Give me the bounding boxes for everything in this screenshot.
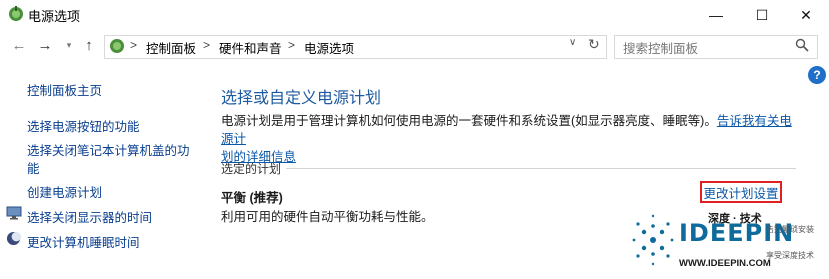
breadcrumb-power-options[interactable]: 电源选项: [304, 38, 354, 57]
change-plan-settings-link[interactable]: 更改计划设置: [700, 181, 782, 203]
help-icon[interactable]: ?: [808, 66, 826, 84]
up-arrow-icon[interactable]: ↑: [80, 36, 98, 54]
breadcrumb-separator: >: [203, 38, 211, 52]
sidebar-item-create-plan[interactable]: 创建电源计划: [27, 182, 102, 201]
page-title: 选择或自定义电源计划: [221, 90, 382, 107]
close-button[interactable]: ✕: [783, 0, 829, 30]
sidebar-item-close-lid-cont[interactable]: 能: [27, 158, 40, 177]
back-arrow-icon[interactable]: ←: [10, 36, 28, 54]
sidebar-item-display-off[interactable]: 选择关闭显示器的时间: [27, 207, 152, 226]
control-panel-icon: [110, 39, 124, 53]
window-title: 电源选项: [28, 9, 81, 24]
watermark-tagline-1: 告别繁琐安装: [766, 225, 814, 234]
refresh-icon[interactable]: ↻: [588, 36, 600, 53]
sidebar-item-power-button[interactable]: 选择电源按钮的功能: [27, 116, 140, 135]
power-options-icon: [9, 6, 23, 21]
breadcrumb-separator: >: [288, 38, 296, 52]
forward-arrow-icon[interactable]: →: [36, 36, 54, 54]
monitor-icon: [6, 206, 22, 220]
minimize-button[interactable]: —: [693, 0, 739, 30]
watermark-url: WWW.IDEEPIN.COM: [679, 258, 771, 269]
sidebar-item-control-panel-home[interactable]: 控制面板主页: [27, 80, 102, 99]
breadcrumb-control-panel[interactable]: 控制面板: [146, 38, 196, 57]
address-dropdown-icon[interactable]: ∨: [569, 37, 576, 48]
ideepin-logo-icon: [632, 214, 674, 266]
watermark-tagline-2: 享受深度技术: [766, 251, 814, 260]
selected-plan-label: 选定的计划: [221, 162, 282, 176]
search-icon[interactable]: [795, 38, 809, 52]
sidebar-item-sleep-time[interactable]: 更改计算机睡眠时间: [27, 232, 140, 251]
recent-dropdown-icon[interactable]: ▾: [60, 36, 78, 54]
section-divider: [286, 168, 796, 169]
maximize-button[interactable]: ☐: [739, 0, 785, 30]
plan-name[interactable]: 平衡 (推荐): [221, 187, 283, 206]
search-placeholder: 搜索控制面板: [623, 42, 699, 56]
sidebar-item-close-lid[interactable]: 选择关闭笔记本计算机盖的功: [27, 140, 190, 159]
moon-icon: [6, 231, 21, 246]
description-text: 电源计划是用于管理计算机如何使用电源的一套硬件和系统设置(如显示器亮度、睡眠等)…: [221, 114, 717, 128]
plan-description: 利用可用的硬件自动平衡功耗与性能。: [221, 210, 434, 224]
breadcrumb-hardware-sound[interactable]: 硬件和声音: [219, 38, 282, 57]
breadcrumb-separator: >: [130, 38, 138, 52]
page-description: 电源计划是用于管理计算机如何使用电源的一套硬件和系统设置(如显示器亮度、睡眠等)…: [221, 112, 801, 166]
